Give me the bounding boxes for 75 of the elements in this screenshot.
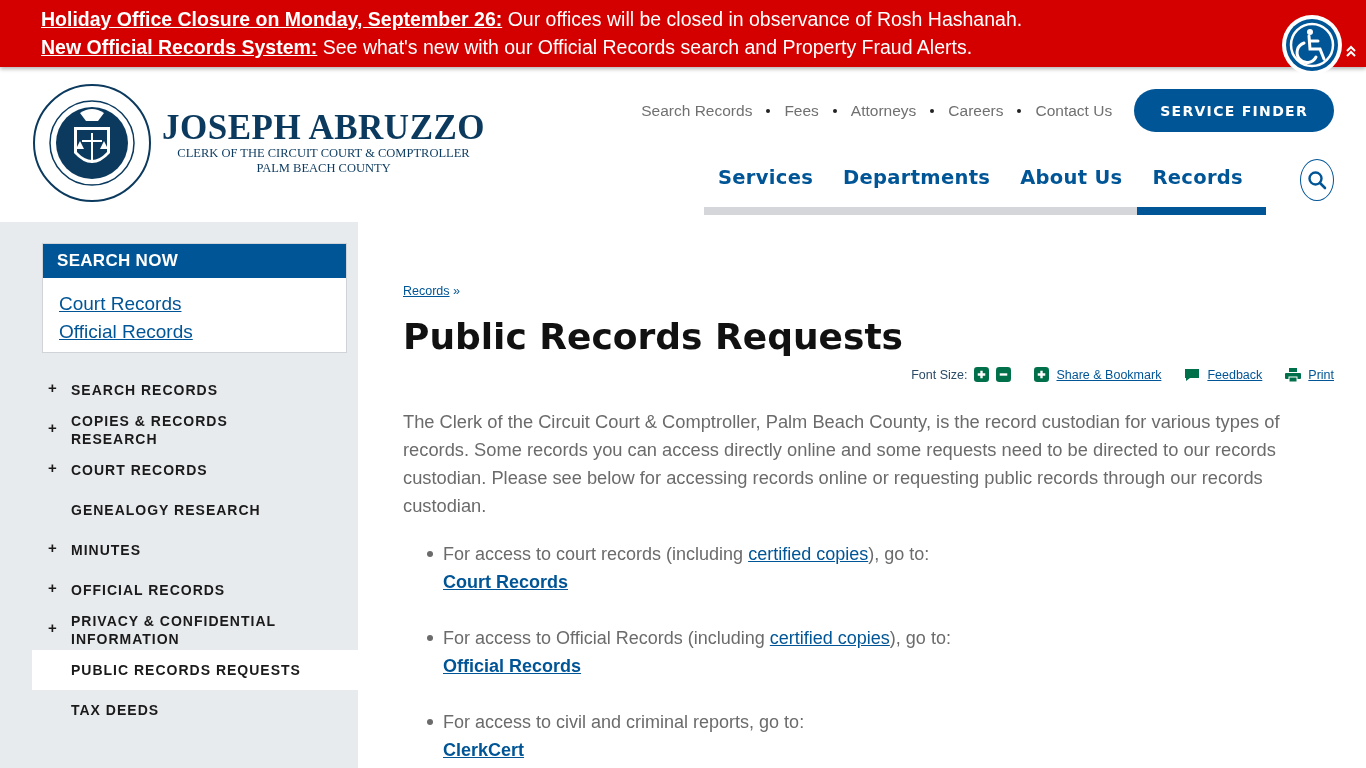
panel-title: SEARCH NOW (43, 244, 346, 278)
sidebar-item[interactable]: GENEALOGY RESEARCH (32, 490, 358, 530)
expand-toggle[interactable]: + (48, 379, 58, 396)
expand-toggle[interactable]: + (48, 419, 58, 436)
printer-icon (1285, 367, 1302, 382)
sidebar-item-label: SEARCH RECORDS (71, 381, 219, 399)
utility-link[interactable]: Search Records (641, 101, 753, 120)
plus-icon (1034, 367, 1050, 382)
search-button[interactable] (1299, 159, 1334, 201)
expand-toggle[interactable]: + (48, 459, 58, 476)
sidebar-item[interactable]: + OFFICIAL RECORDS (32, 570, 358, 610)
breadcrumb-link[interactable]: Records (403, 284, 450, 298)
bullet-icon (427, 635, 433, 641)
chevron-up-icon[interactable] (1345, 45, 1357, 57)
destination-link[interactable]: Court Records (443, 568, 568, 596)
utility-link[interactable]: Contact Us (1035, 101, 1113, 120)
minus-icon[interactable] (996, 367, 1012, 382)
expand-toggle[interactable]: + (48, 539, 58, 556)
service-finder-button[interactable]: SERVICE FINDER (1134, 89, 1334, 132)
breadcrumb-separator: » (453, 284, 460, 298)
search-link[interactable]: Court Records (59, 290, 330, 318)
expand-toggle[interactable]: + (48, 579, 58, 596)
sidebar-item-label: GENEALOGY RESEARCH (71, 501, 262, 519)
alert-link[interactable]: Holiday Office Closure on Monday, September 26: (41, 8, 503, 30)
nav-tab[interactable]: Services (704, 166, 829, 215)
sidebar-item-label: MINUTES (71, 541, 142, 559)
destination-link[interactable]: ClerkCert (443, 736, 525, 764)
sidebar-item-label: OFFICIAL RECORDS (71, 581, 227, 599)
sidebar-item[interactable]: TAX DEEDS (32, 690, 358, 730)
sidebar-item[interactable]: PUBLIC RECORDS REQUESTS (32, 650, 358, 690)
print-link[interactable]: Print (1308, 367, 1334, 382)
sidebar-item[interactable]: + MINUTES (32, 530, 358, 570)
plus-icon[interactable] (974, 367, 990, 382)
sidebar-item-label: COPIES & RECORDS RESEARCH (71, 412, 229, 448)
sidebar-item-label: COURT RECORDS (71, 461, 209, 479)
speech-bubble-icon (1184, 367, 1201, 382)
logo-subtitle: CLERK OF THE CIRCUIT COURT & COMPTROLLER (177, 146, 470, 161)
search-link[interactable]: Official Records (59, 318, 330, 346)
expand-toggle[interactable]: + (48, 619, 58, 636)
sidebar-item-label: TAX DEEDS (71, 701, 161, 719)
separator-dot-icon (766, 108, 771, 113)
font-size-label: Font Size: (911, 367, 968, 382)
nav-tab[interactable]: About Us (1005, 166, 1138, 215)
separator-dot-icon (930, 108, 935, 113)
separator-dot-icon (832, 108, 837, 113)
logo-name: JOSEPH ABRUZZO (162, 110, 486, 146)
site-logo[interactable]: JOSEPH ABRUZZO CLERK OF THE CIRCUIT COURT & COMPTROLLER PALM BEACH COUNTY (32, 67, 486, 203)
sidebar-item-label: PUBLIC RECORDS REQUESTS (71, 661, 302, 679)
sidebar-item-label: PRIVACY & CONFIDENTIAL INFORMATION (71, 612, 277, 648)
certified-copies-link[interactable]: certified copies (769, 628, 890, 648)
bullet-icon (427, 719, 433, 725)
destination-link[interactable]: Official Records (443, 652, 582, 680)
feedback-link[interactable]: Feedback (1207, 367, 1263, 382)
sidebar-item[interactable]: + SEARCH RECORDS (32, 370, 358, 410)
logo-county: PALM BEACH COUNTY (256, 161, 391, 176)
nav-tab[interactable]: Records (1137, 166, 1266, 215)
separator-dot-icon (1017, 108, 1022, 113)
intro-paragraph: The Clerk of the Circuit Court & Comptroller, Palm Beach County, is the record custodian for various types of records. Some records you can access directly online and some requests need to be directed to our records custodian. Please see below for accessing records online or requesting public records through our records custodian. (403, 410, 1281, 518)
item-text: For access to Official Records (including certified copies), go to: (443, 627, 951, 650)
item-text: For access to civil and criminal reports, go to: (443, 711, 805, 734)
alert-link[interactable]: New Official Records System: (41, 36, 318, 58)
utility-link[interactable]: Fees (784, 101, 819, 120)
search-icon (1307, 170, 1327, 190)
bullet-icon (427, 551, 433, 557)
seal-icon (32, 83, 152, 203)
certified-copies-link[interactable]: certified copies (748, 544, 869, 564)
nav-tab[interactable]: Departments (828, 166, 1006, 215)
alert-text: New Official Records System: See what's new with our Official Records search and Property Fraud Alerts. (41, 35, 973, 60)
utility-link[interactable]: Careers (948, 101, 1004, 120)
sidebar-item[interactable]: + COURT RECORDS (32, 450, 358, 490)
page-title: Public Records Requests (403, 316, 905, 357)
share-link[interactable]: Share & Bookmark (1056, 367, 1162, 382)
utility-link[interactable]: Attorneys (850, 101, 917, 120)
alert-text: Holiday Office Closure on Monday, September 26: Our offices will be closed in observance of Rosh Hashanah. (41, 7, 1023, 32)
item-text: For access to court records (including certified copies), go to: (443, 543, 930, 566)
